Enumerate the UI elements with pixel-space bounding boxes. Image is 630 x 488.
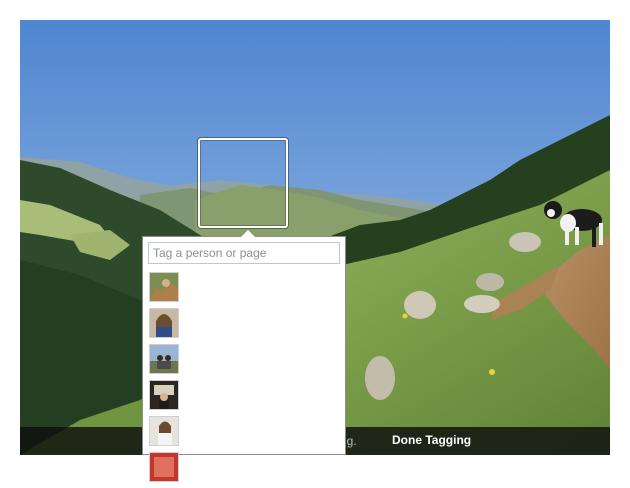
tag-suggestion-6[interactable] [149,452,179,482]
tag-suggestion-4[interactable] [149,380,179,410]
person-photo-thumbnail [150,273,178,301]
person-photo-thumbnail [150,309,178,337]
person-photo-thumbnail [150,381,178,409]
tag-suggestion-list [149,272,339,488]
tag-suggestion-1[interactable] [149,272,179,302]
done-tagging-button[interactable]: Done Tagging [392,433,471,447]
popup-caret [241,230,255,237]
tag-popup [142,230,346,482]
tag-selection-box[interactable] [198,138,288,228]
person-photo-thumbnail [150,417,178,445]
tag-suggestion-3[interactable] [149,344,179,374]
tag-search-input[interactable] [148,242,340,264]
person-photo-thumbnail [150,453,178,481]
tag-suggestion-2[interactable] [149,308,179,338]
tag-suggestion-5[interactable] [149,416,179,446]
person-photo-thumbnail [150,345,178,373]
